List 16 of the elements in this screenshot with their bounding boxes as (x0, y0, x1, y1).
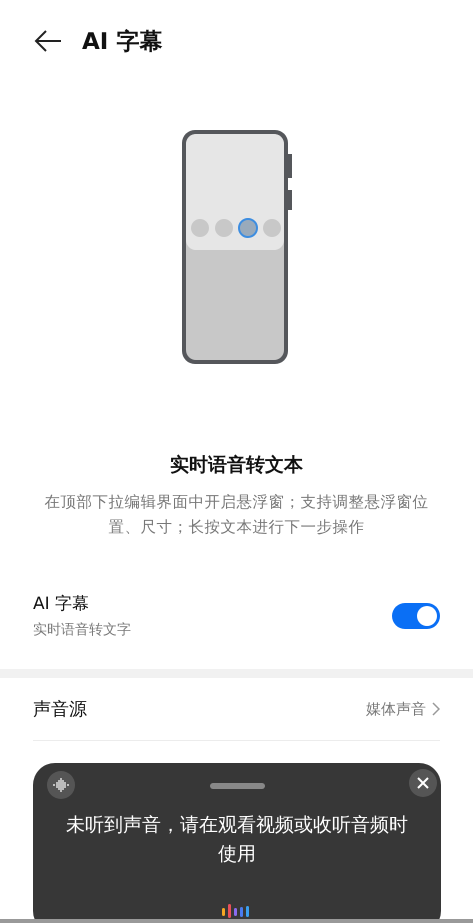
page-title: AI 字幕 (82, 28, 162, 56)
caption-message: 未听到声音，请在观看视频或收听音频时使用 (65, 813, 409, 867)
close-button[interactable] (409, 769, 437, 797)
feature-title: 实时语音转文本 (169, 453, 304, 478)
toggle-switch[interactable] (392, 602, 440, 628)
back-icon[interactable] (34, 29, 62, 53)
setting-value[interactable]: 媒体声音 (366, 700, 426, 718)
chevron-icon (432, 702, 440, 716)
drag-handle[interactable] (210, 783, 265, 789)
feature-description: 在顶部下拉编辑界面中开启悬浮窗；支持调整悬浮窗位置、尺寸；长按文本进行下一步操作 (44, 492, 430, 538)
setting-title: AI 字幕 (33, 593, 90, 615)
close-icon (416, 776, 430, 790)
waveform-icon (47, 771, 75, 799)
voice-bars-icon (222, 904, 252, 918)
setting-label[interactable]: 声音源 (33, 697, 366, 721)
setting-subtitle: 实时语音转文字 (33, 621, 132, 639)
